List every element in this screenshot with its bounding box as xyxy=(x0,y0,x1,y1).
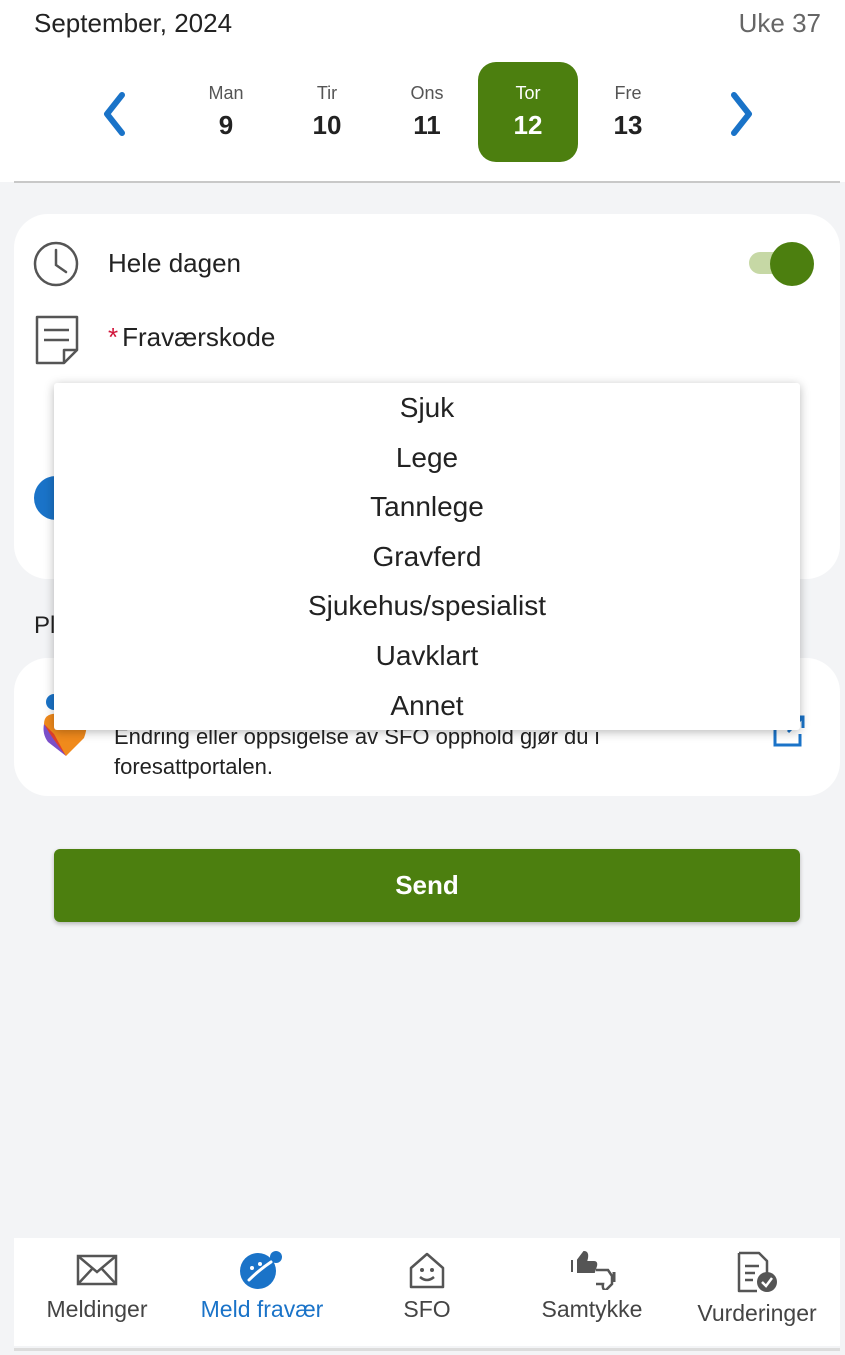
dropdown-option-lege[interactable]: Lege xyxy=(54,433,800,483)
dropdown-option-uavklart[interactable]: Uavklart xyxy=(54,631,800,681)
previous-week-button[interactable] xyxy=(94,86,134,142)
bottom-nav-divider xyxy=(14,1348,840,1351)
send-button[interactable]: Send xyxy=(54,849,800,922)
absence-code-label: Fraværskode xyxy=(122,322,276,352)
week-header: September, 2024 Uke 37 Man 9 Tir 10 Ons … xyxy=(0,0,845,182)
nav-label: Meldinger xyxy=(46,1296,148,1322)
dropdown-option-sjukehus[interactable]: Sjukehus/spesialist xyxy=(54,581,800,631)
next-week-button[interactable] xyxy=(722,86,762,142)
day-name: Ons xyxy=(410,83,444,103)
absence-code-dropdown: Sjuk Lege Tannlege Gravferd Sjukehus/spe… xyxy=(54,383,800,730)
toggle-knob xyxy=(770,242,814,286)
sfo-info-text: Endring eller oppsigelse av SFO opphold … xyxy=(114,724,600,779)
dropdown-option-annet[interactable]: Annet xyxy=(54,681,800,731)
day-thursday-selected[interactable]: Tor 12 xyxy=(478,62,578,162)
document-check-icon xyxy=(737,1251,777,1293)
nav-label: Vurderinger xyxy=(697,1300,817,1326)
day-name: Tor xyxy=(515,83,541,103)
absence-code-field[interactable]: * Fraværskode xyxy=(108,322,275,353)
absence-icon xyxy=(240,1251,282,1289)
day-number: 10 xyxy=(312,110,342,140)
clock-icon xyxy=(33,241,79,287)
note-icon xyxy=(35,315,79,365)
nav-item-meld-fravaer[interactable]: Meld fravær xyxy=(177,1250,347,1323)
day-number: 11 xyxy=(413,110,441,140)
nav-item-vurderinger[interactable]: Vurderinger xyxy=(672,1250,842,1327)
day-number: 9 xyxy=(218,110,234,140)
house-icon xyxy=(409,1252,445,1289)
chevron-right-icon xyxy=(731,92,752,136)
header-divider xyxy=(14,181,840,183)
chevron-left-icon xyxy=(104,92,125,136)
nav-item-meldinger[interactable]: Meldinger xyxy=(12,1250,182,1323)
week-number: Uke 37 xyxy=(738,8,821,38)
envelope-icon xyxy=(76,1254,118,1286)
month-label: September, 2024 xyxy=(34,8,233,38)
bottom-navigation: Meldinger Meld fravær SFO Samtykke Vurde… xyxy=(14,1238,840,1346)
dropdown-option-gravferd[interactable]: Gravferd xyxy=(54,532,800,582)
day-name: Fre xyxy=(614,83,642,103)
nav-label: Meld fravær xyxy=(200,1296,324,1322)
nav-label: SFO xyxy=(403,1296,451,1322)
day-name: Man xyxy=(208,83,244,103)
day-number: 13 xyxy=(613,110,643,140)
day-number: 12 xyxy=(513,110,543,140)
nav-item-samtykke[interactable]: Samtykke xyxy=(507,1250,677,1323)
day-tuesday[interactable]: Tir 10 xyxy=(277,62,377,162)
day-friday[interactable]: Fre 13 xyxy=(578,62,678,162)
dropdown-option-tannlege[interactable]: Tannlege xyxy=(54,482,800,532)
whole-day-label: Hele dagen xyxy=(108,248,241,278)
section-label: Pl xyxy=(34,612,56,639)
nav-label: Samtykke xyxy=(541,1296,643,1322)
day-name: Tir xyxy=(316,83,338,103)
nav-item-sfo[interactable]: SFO xyxy=(342,1250,512,1323)
dropdown-option-sjuk[interactable]: Sjuk xyxy=(54,383,800,433)
thumbs-icon xyxy=(571,1250,616,1290)
day-wednesday[interactable]: Ons 11 xyxy=(377,62,477,162)
day-monday[interactable]: Man 9 xyxy=(176,62,276,162)
required-asterisk: * xyxy=(108,322,119,352)
